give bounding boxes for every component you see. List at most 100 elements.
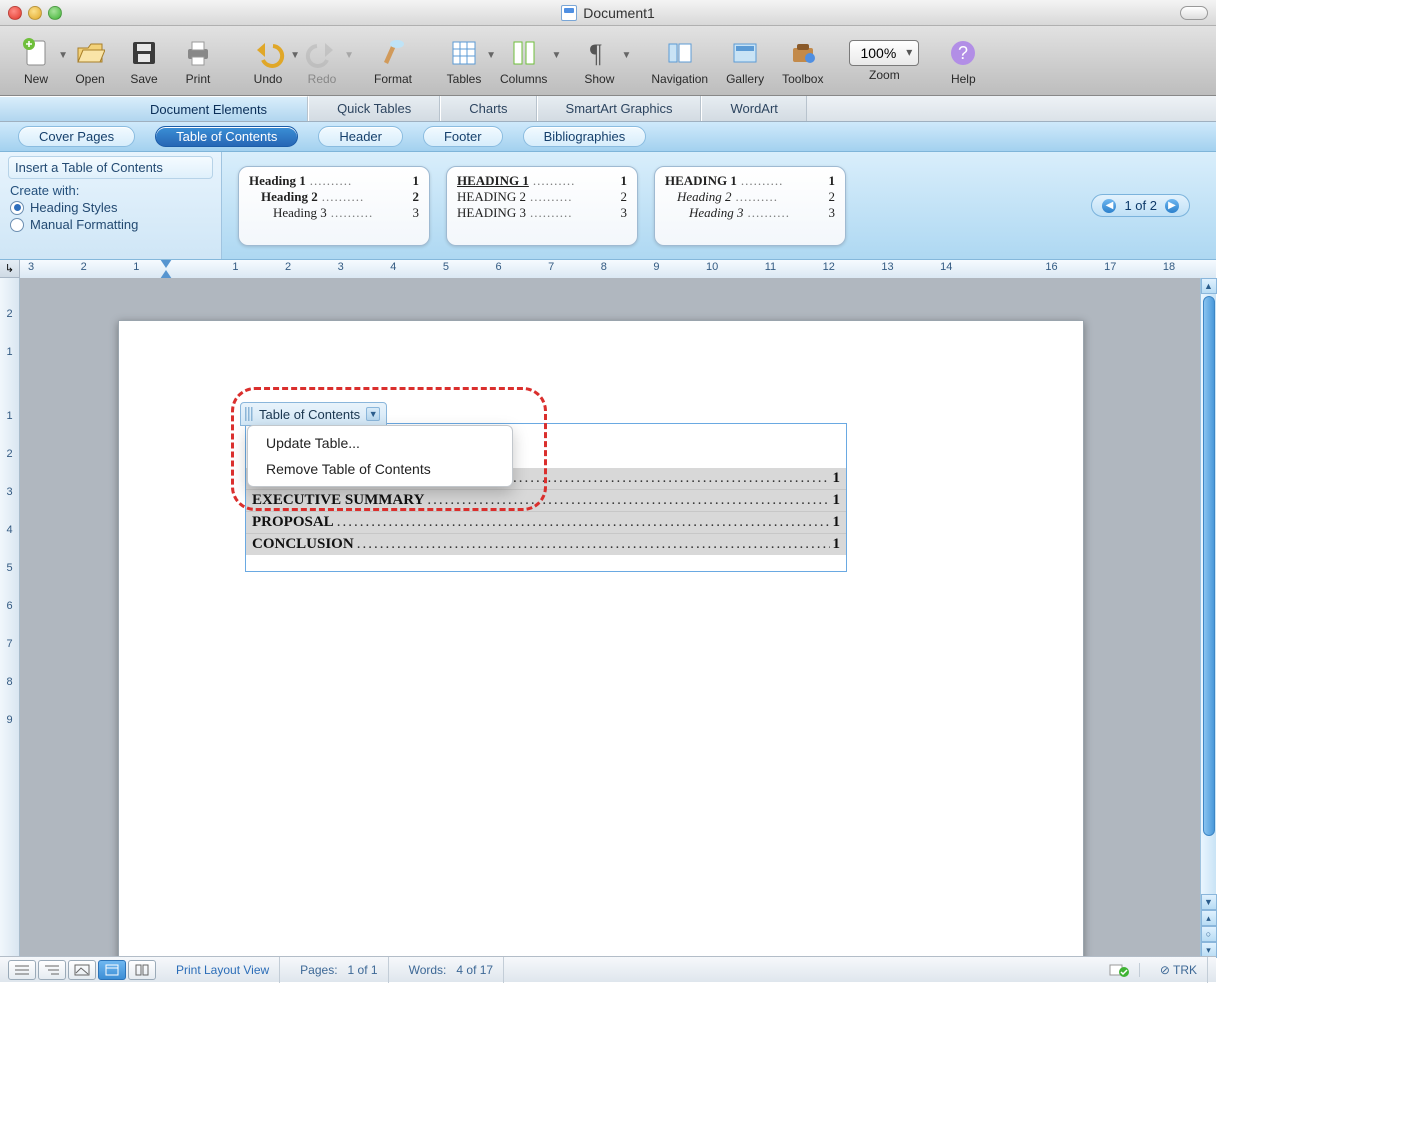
ruler-number: 6 <box>6 600 12 612</box>
show-button[interactable]: ¶▼Show <box>573 36 625 86</box>
ribbon-tabbar: Document Elements Quick Tables Charts Sm… <box>0 96 1216 122</box>
ruler-number: 13 <box>881 261 893 273</box>
ruler-number: 18 <box>1163 261 1175 273</box>
ribbon-content: Insert a Table of Contents Create with: … <box>0 152 1216 260</box>
toolbar-toggle-button[interactable] <box>1180 6 1208 20</box>
ruler-number: 8 <box>601 261 607 273</box>
tab-smartart[interactable]: SmartArt Graphics <box>537 96 702 121</box>
chip-bibliographies[interactable]: Bibliographies <box>523 126 647 147</box>
status-spellcheck[interactable] <box>1099 963 1140 977</box>
toc-style-card[interactable]: Heading 1..........1Heading 2..........2… <box>238 166 430 246</box>
view-print-layout-button[interactable] <box>98 960 126 980</box>
status-bar: Print Layout View Pages: 1 of 1 Words: 4… <box>0 956 1216 982</box>
prev-page-button[interactable]: ▴ <box>1201 910 1217 926</box>
gallery-next-button[interactable]: ▶ <box>1165 199 1179 213</box>
zoom-label: Zoom <box>869 68 900 82</box>
ruler-number: 3 <box>6 486 12 498</box>
document-canvas[interactable]: Table of Contents ▼ Update Table... Remo… <box>20 278 1200 958</box>
toc-dropdown-button[interactable]: ▼ <box>366 407 380 421</box>
chip-header[interactable]: Header <box>318 126 403 147</box>
insert-toc-header: Insert a Table of Contents <box>8 156 213 179</box>
ruler-number: 2 <box>6 448 12 460</box>
grip-icon <box>245 407 253 421</box>
undo-button[interactable]: ▼Undo <box>242 36 294 86</box>
tab-document-elements[interactable]: Document Elements <box>0 96 308 121</box>
radio-heading-styles[interactable]: Heading Styles <box>10 200 211 215</box>
new-button[interactable]: ▼New <box>10 36 62 86</box>
scroll-thumb[interactable] <box>1203 296 1215 836</box>
navigation-button[interactable]: Navigation <box>643 36 716 86</box>
toc-style-card[interactable]: HEADING 1..........1Heading 2..........2… <box>654 166 846 246</box>
window-titlebar: Document1 <box>0 0 1216 26</box>
ruler-number: 3 <box>338 261 344 273</box>
ruler-number: 3 <box>28 261 34 273</box>
tab-selector[interactable]: ↳ <box>0 260 20 278</box>
tab-quick-tables[interactable]: Quick Tables <box>308 96 440 121</box>
save-button[interactable]: Save <box>118 36 170 86</box>
format-button[interactable]: Format <box>366 36 420 86</box>
view-outline-button[interactable] <box>38 960 66 980</box>
ruler-number: 9 <box>6 714 12 726</box>
view-draft-button[interactable] <box>8 960 36 980</box>
menu-update-table[interactable]: Update Table... <box>248 430 512 456</box>
ruler-number: 8 <box>6 676 12 688</box>
status-pages[interactable]: Pages: 1 of 1 <box>290 957 388 983</box>
ruler-number: 7 <box>548 261 554 273</box>
vertical-ruler[interactable]: 21123456789 <box>0 278 20 958</box>
browse-object-button[interactable]: ○ <box>1201 926 1217 942</box>
document-icon <box>561 5 577 21</box>
minimize-window-button[interactable] <box>28 6 42 20</box>
tab-wordart[interactable]: WordArt <box>701 96 806 121</box>
view-publishing-button[interactable] <box>68 960 96 980</box>
ruler-number: 4 <box>6 524 12 536</box>
zoom-window-button[interactable] <box>48 6 62 20</box>
status-words[interactable]: Words: 4 of 17 <box>399 957 505 983</box>
print-button[interactable]: Print <box>172 36 224 86</box>
window-title: Document1 <box>583 5 655 21</box>
chip-cover-pages[interactable]: Cover Pages <box>18 126 135 147</box>
ruler-number: 6 <box>496 261 502 273</box>
toc-entry[interactable]: EXECUTIVE SUMMARY.......................… <box>246 489 846 511</box>
close-window-button[interactable] <box>8 6 22 20</box>
radio-icon <box>10 218 24 232</box>
document-area: 21123456789 Table of Contents ▼ Update T… <box>0 278 1216 958</box>
ruler-number: 16 <box>1045 261 1057 273</box>
status-track-changes[interactable]: ⊘ TRK <box>1150 957 1208 983</box>
ruler-number: 5 <box>6 562 12 574</box>
chip-table-of-contents[interactable]: Table of Contents <box>155 126 298 147</box>
ribbon-subbar: Cover Pages Table of Contents Header Foo… <box>0 122 1216 152</box>
tab-charts[interactable]: Charts <box>440 96 536 121</box>
scroll-down-button[interactable]: ▼ <box>1201 894 1217 910</box>
scroll-up-button[interactable]: ▲ <box>1201 278 1217 294</box>
toc-control-label: Table of Contents <box>259 407 360 422</box>
toc-control-tab[interactable]: Table of Contents ▼ Update Table... Remo… <box>240 402 387 426</box>
ruler-number: 14 <box>940 261 952 273</box>
toc-style-card[interactable]: HEADING 1..........1HEADING 2..........2… <box>446 166 638 246</box>
ruler-number: 17 <box>1104 261 1116 273</box>
zoom-dropdown[interactable]: 100% <box>849 40 919 66</box>
gallery-prev-button[interactable]: ◀ <box>1102 199 1116 213</box>
columns-button[interactable]: ▼Columns <box>492 36 555 86</box>
horizontal-ruler[interactable]: 3211234567891011121314161718 <box>20 260 1216 278</box>
help-button[interactable]: ?Help <box>937 36 989 86</box>
redo-button[interactable]: ▼Redo <box>296 36 348 86</box>
hanging-indent-marker[interactable] <box>160 270 172 278</box>
first-line-indent-marker[interactable] <box>160 260 172 268</box>
radio-manual-formatting[interactable]: Manual Formatting <box>10 217 211 232</box>
ruler-number: 7 <box>6 638 12 650</box>
ruler-number: 1 <box>6 346 12 358</box>
view-notebook-button[interactable] <box>128 960 156 980</box>
ruler-number: 5 <box>443 261 449 273</box>
menu-remove-toc[interactable]: Remove Table of Contents <box>248 456 512 482</box>
status-view-label: Print Layout View <box>166 957 280 983</box>
toolbox-button[interactable]: Toolbox <box>774 36 831 86</box>
ruler-number: 11 <box>765 261 776 273</box>
toc-entry[interactable]: CONCLUSION..............................… <box>246 533 846 555</box>
chip-footer[interactable]: Footer <box>423 126 503 147</box>
open-button[interactable]: Open <box>64 36 116 86</box>
toc-entry[interactable]: PROPOSAL................................… <box>246 511 846 533</box>
toc-field[interactable]: Table of Contents ▼ Update Table... Remo… <box>245 423 847 572</box>
tables-button[interactable]: ▼Tables <box>438 36 490 86</box>
gallery-button[interactable]: Gallery <box>718 36 772 86</box>
vertical-scrollbar[interactable]: ▲ ▼ ▴ ○ ▾ <box>1200 278 1216 958</box>
